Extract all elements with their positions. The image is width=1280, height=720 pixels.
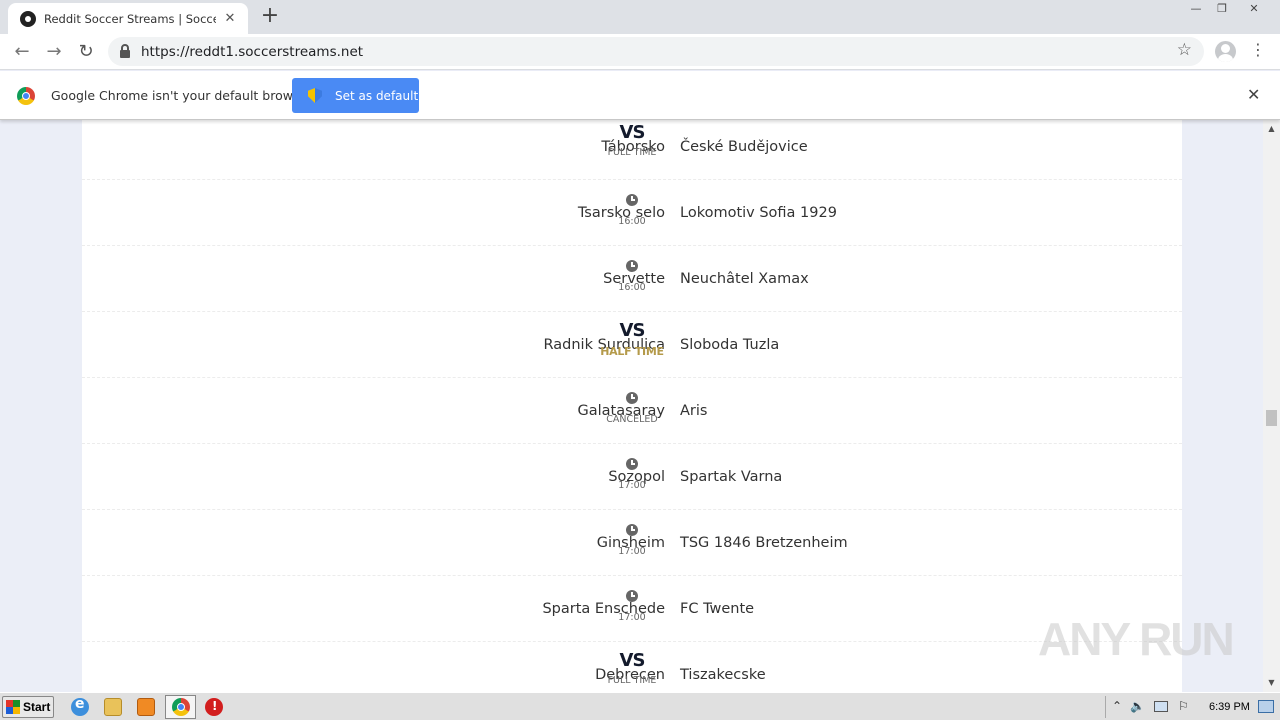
- windows-taskbar: Start ⌃ 🔈 ⚐ 6:39 PM: [0, 692, 1280, 720]
- url-text[interactable]: https://reddt1.soccerstreams.net: [141, 44, 363, 60]
- restore-icon[interactable]: ❐: [1208, 0, 1236, 20]
- match-row[interactable]: Táborsko VS FULL TIME České Budějovice: [82, 120, 1182, 180]
- match-row[interactable]: Sparta Enschede 17:00 FC Twente: [82, 576, 1182, 642]
- reload-icon[interactable]: ↻: [73, 39, 99, 65]
- kickoff-time: 17:00: [618, 546, 646, 557]
- clock-icon: [626, 524, 638, 536]
- clock-icon: [626, 260, 638, 272]
- match-status: 17:00: [592, 584, 672, 623]
- chrome-icon: [172, 698, 190, 716]
- windows-logo-icon: [6, 700, 20, 714]
- system-tray: ⌃ 🔈 ⚐ 6:39 PM: [1105, 696, 1280, 718]
- minimize-icon[interactable]: —: [1182, 0, 1210, 20]
- media-player-icon[interactable]: [137, 698, 155, 716]
- network-icon[interactable]: [1154, 701, 1168, 712]
- soccer-ball-icon: [20, 10, 36, 27]
- full-time-label: FULL TIME: [607, 147, 657, 158]
- match-status: VS FULL TIME: [592, 122, 672, 158]
- away-team[interactable]: TSG 1846 Bretzenheim: [680, 510, 848, 576]
- match-row[interactable]: Radnik Surdulica VS HALF TIME Sloboda Tuzla: [82, 312, 1182, 378]
- away-team[interactable]: Sloboda Tuzla: [680, 312, 779, 378]
- clock-icon: [626, 590, 638, 602]
- taskbar-chrome-button[interactable]: [165, 695, 196, 719]
- match-row[interactable]: Ginsheim 17:00 TSG 1846 Bretzenheim: [82, 510, 1182, 576]
- match-status: VS FULL TIME: [592, 650, 672, 686]
- profile-avatar-icon[interactable]: [1215, 41, 1236, 62]
- match-row[interactable]: Debrecen VS FULL TIME Tiszakecske: [82, 642, 1182, 692]
- away-team[interactable]: Lokomotiv Sofia 1929: [680, 180, 837, 246]
- match-status: 16:00: [592, 188, 672, 227]
- window-close-icon[interactable]: ✕: [1240, 0, 1268, 20]
- clock-icon: [626, 458, 638, 470]
- back-icon[interactable]: ←: [9, 39, 35, 65]
- away-team[interactable]: Aris: [680, 378, 707, 444]
- page-viewport: Táborsko VS FULL TIME České Budějovice Tsars…: [0, 120, 1263, 692]
- tab-title: Reddit Soccer Streams | Soccer Stre: [44, 11, 216, 26]
- clock-icon: [626, 392, 638, 404]
- lock-icon[interactable]: [120, 44, 130, 58]
- infobar-close-icon[interactable]: ✕: [1247, 85, 1260, 104]
- match-status: VS HALF TIME: [592, 320, 672, 358]
- forward-icon[interactable]: →: [41, 39, 67, 65]
- browser-toolbar: ← → ↻ https://reddt1.soccerstreams.net ☆…: [0, 34, 1280, 70]
- new-tab-button[interactable]: +: [258, 4, 282, 28]
- kickoff-time: 16:00: [618, 216, 646, 227]
- match-status: 17:00: [592, 518, 672, 557]
- show-desktop-icon[interactable]: [1258, 700, 1274, 713]
- match-list: Táborsko VS FULL TIME České Budějovice Tsars…: [82, 120, 1182, 692]
- alert-icon[interactable]: [205, 698, 223, 716]
- start-label: Start: [23, 700, 51, 714]
- browser-tab[interactable]: Reddit Soccer Streams | Soccer Stre ✕: [8, 3, 248, 34]
- match-row[interactable]: Servette 16:00 Neuchâtel Xamax: [82, 246, 1182, 312]
- away-team[interactable]: České Budějovice: [680, 120, 808, 180]
- match-row[interactable]: Tsarsko selo 16:00 Lokomotiv Sofia 1929: [82, 180, 1182, 246]
- set-as-default-button[interactable]: Set as default: [292, 78, 419, 113]
- kickoff-time: 17:00: [618, 612, 646, 623]
- start-button[interactable]: Start: [2, 696, 54, 718]
- vs-label: VS: [619, 122, 646, 143]
- clock-icon: [626, 194, 638, 206]
- half-time-label: HALF TIME: [600, 345, 664, 358]
- speaker-icon[interactable]: 🔈: [1130, 699, 1145, 713]
- chrome-logo-icon: [17, 87, 35, 105]
- scrollbar-thumb[interactable]: [1266, 410, 1277, 426]
- away-team[interactable]: Spartak Varna: [680, 444, 782, 510]
- folder-icon[interactable]: [104, 698, 122, 716]
- kickoff-time: CANCELED: [606, 414, 658, 425]
- scroll-up-arrow-icon[interactable]: ▲: [1263, 122, 1280, 136]
- shield-icon: [308, 88, 322, 103]
- menu-dots-icon[interactable]: ⋮: [1250, 40, 1266, 59]
- match-status: CANCELED: [592, 386, 672, 425]
- vertical-scrollbar[interactable]: ▲ ▼: [1263, 120, 1280, 692]
- full-time-label: FULL TIME: [607, 675, 657, 686]
- match-row[interactable]: Sozopol 17:00 Spartak Varna: [82, 444, 1182, 510]
- tab-strip: Reddit Soccer Streams | Soccer Stre ✕ + …: [0, 0, 1280, 34]
- kickoff-time: 17:00: [618, 480, 646, 491]
- set-as-default-label: Set as default: [335, 88, 419, 103]
- match-row[interactable]: Galatasaray CANCELED Aris: [82, 378, 1182, 444]
- away-team[interactable]: FC Twente: [680, 576, 754, 642]
- default-browser-infobar: Google Chrome isn't your default browser…: [0, 71, 1280, 120]
- internet-explorer-icon[interactable]: [71, 696, 89, 716]
- kickoff-time: 16:00: [618, 282, 646, 293]
- tab-close-icon[interactable]: ✕: [222, 11, 238, 26]
- bookmark-star-icon[interactable]: ☆: [1177, 40, 1192, 60]
- away-team[interactable]: Neuchâtel Xamax: [680, 246, 809, 312]
- away-team[interactable]: Tiszakecske: [680, 642, 766, 692]
- vs-label: VS: [619, 320, 646, 341]
- tray-expand-icon[interactable]: ⌃: [1112, 699, 1122, 713]
- watermark: ANY RUN: [1038, 613, 1235, 665]
- infobar-message: Google Chrome isn't your default browser: [51, 88, 313, 103]
- match-status: 16:00: [592, 254, 672, 293]
- taskbar-clock[interactable]: 6:39 PM: [1209, 701, 1250, 713]
- vs-label: VS: [619, 650, 646, 671]
- address-bar[interactable]: https://reddt1.soccerstreams.net ☆: [108, 37, 1204, 66]
- match-status: 17:00: [592, 452, 672, 491]
- action-center-flag-icon[interactable]: ⚐: [1178, 699, 1189, 713]
- scroll-down-arrow-icon[interactable]: ▼: [1263, 676, 1280, 690]
